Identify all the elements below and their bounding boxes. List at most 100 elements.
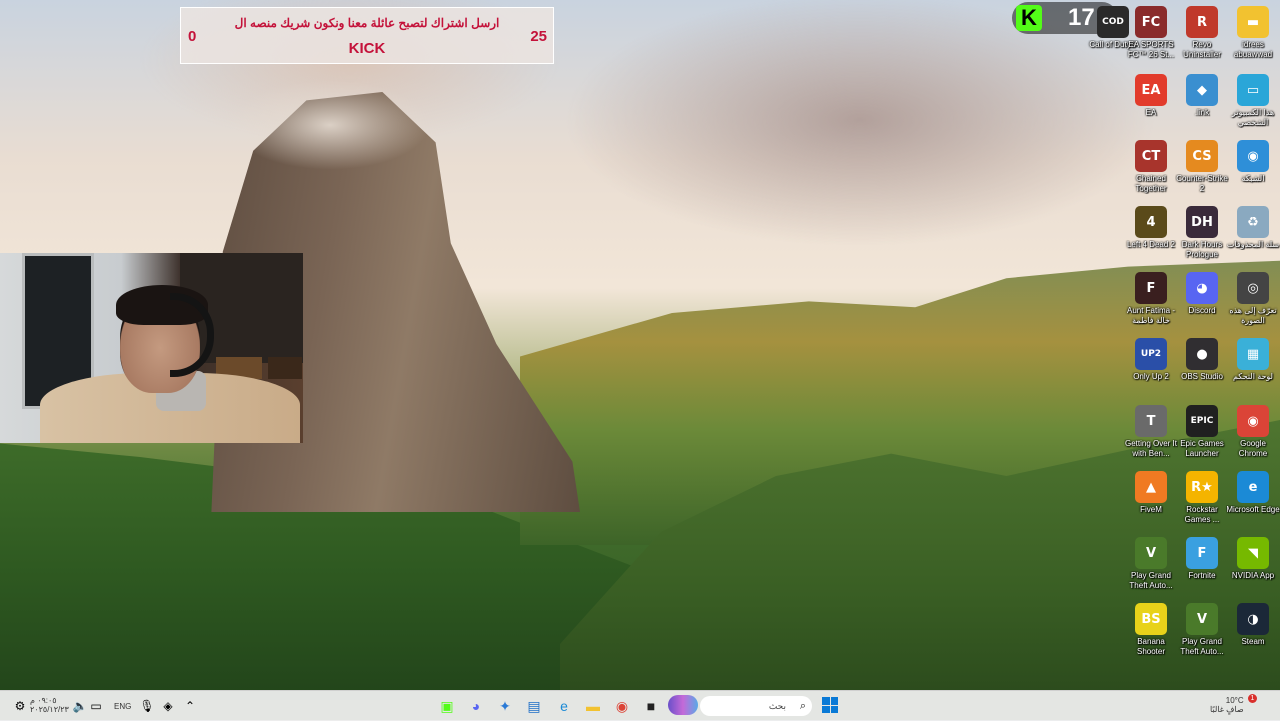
desktop-icon[interactable]: ▦ لوحة التحكم [1226, 338, 1280, 382]
control-panel-icon: ▦ [1237, 338, 1269, 370]
desktop-icon-label: تعرّف إلى هذه الصورة [1229, 306, 1277, 325]
desktop-icon[interactable]: ◥ NVIDIA App [1226, 537, 1280, 581]
clock-date: ٢٠٢٥/١٢/٢٣ [30, 705, 69, 714]
chrome-taskbar-icon[interactable]: ◉ [612, 696, 632, 716]
desktop-icon[interactable]: FC EA SPORTS FC™ 26 St... [1124, 6, 1178, 60]
desktop-icon[interactable]: DH Dark Hours Prologue [1175, 206, 1229, 260]
search-highlight-icon [668, 695, 698, 715]
app-taskbar-icon[interactable]: ✦ [495, 696, 515, 716]
desktop-icon[interactable]: e Microsoft Edge [1226, 471, 1280, 515]
start-button[interactable] [822, 697, 838, 713]
language-indicator[interactable]: ENG [114, 702, 131, 711]
webcam-overlay [0, 253, 303, 443]
desktop-icon[interactable]: CT Chained Together [1124, 140, 1178, 194]
desktop-icon[interactable]: 4 Left 4 Dead 2 [1124, 206, 1178, 250]
desktop-icon[interactable]: ◉ الشبكة [1226, 140, 1280, 184]
desktop-icon[interactable]: R Revo Uninstaller [1175, 6, 1229, 60]
desktop-icon-label: Google Chrome [1238, 439, 1268, 458]
desktop-icon-label: Microsoft Edge [1226, 505, 1280, 514]
desktop-icon[interactable]: UP2 Only Up 2 [1124, 338, 1178, 382]
webcam-background-box [268, 357, 302, 379]
desktop-icon-label: Counter-Strike 2 [1176, 174, 1228, 193]
desktop-icon-label: Epic Games Launcher [1180, 439, 1224, 458]
notification-badge: 1 [1248, 694, 1257, 703]
clock-time: ٠٩:٠٥ م [30, 696, 57, 705]
network-tray-icon[interactable]: ▭ [86, 696, 106, 716]
desktop-icon-label: EA SPORTS FC™ 26 St... [1127, 40, 1175, 59]
search-icon: ⌕ [799, 700, 806, 712]
desktop-icon[interactable]: ◆ .link [1175, 74, 1229, 118]
desktop-icon-label: idrees abuawwad [1233, 40, 1273, 59]
desktop-icon[interactable]: ▭ هذا الكمبيوتر الشخصي [1226, 74, 1280, 128]
store-taskbar-icon[interactable]: ▤ [524, 696, 544, 716]
desktop-icon-label: الشبكة [1241, 174, 1265, 183]
banner-platform: KICK [348, 40, 386, 57]
ea-sports-fc-icon: FC [1135, 6, 1167, 38]
desktop-icon[interactable]: ◕ Discord [1175, 272, 1229, 316]
desktop-icon[interactable]: ● OBS Studio [1175, 338, 1229, 382]
desktop-icon-label: Steam [1241, 637, 1265, 646]
desktop-icon[interactable]: F Fortnite [1175, 537, 1229, 581]
widgets-icon[interactable]: ⚙ [10, 696, 30, 716]
desktop-icon[interactable]: ◎ تعرّف إلى هذه الصورة [1226, 272, 1280, 326]
desktop-icon[interactable]: ▲ FiveM [1124, 471, 1178, 515]
terminal-taskbar-icon[interactable]: ■ [641, 696, 661, 716]
desktop-icon[interactable]: ◑ Steam [1226, 603, 1280, 647]
weather-widget[interactable]: 10°C صافٍ غالبًا [1210, 696, 1244, 714]
desktop-icon-label: Left 4 Dead 2 [1126, 240, 1176, 249]
desktop-icon-label: سلة المحذوفات [1226, 240, 1280, 249]
banner-message: ارسل اشتراك لتصبح عائلة معنا ونكون شريك … [234, 16, 500, 30]
this-pc-icon: ▭ [1237, 74, 1269, 106]
desktop-icon[interactable]: CS Counter-Strike 2 [1175, 140, 1229, 194]
left-4-dead-icon: 4 [1135, 206, 1167, 238]
revo-uninstaller-icon: R [1186, 6, 1218, 38]
desktop-icon-label: Banana Shooter [1136, 637, 1166, 656]
desktop-icon[interactable]: ♻ سلة المحذوفات [1226, 206, 1280, 250]
desktop-icon-label: .link [1194, 108, 1210, 117]
clock[interactable]: ٠٩:٠٥ م ٢٠٢٥/١٢/٢٣ [30, 696, 69, 714]
desktop-icon[interactable]: ▬ idrees abuawwad [1226, 6, 1280, 60]
rockstar-icon: R★ [1186, 471, 1218, 503]
desktop-icon[interactable]: V Play Grand Theft Auto... [1175, 603, 1229, 657]
desktop-icon-label: Play Grand Theft Auto... [1180, 637, 1224, 656]
counter-strike-icon: CS [1186, 140, 1218, 172]
edge-icon: e [1237, 471, 1269, 503]
chained-together-icon: CT [1135, 140, 1167, 172]
aunt-fatima-icon: F [1135, 272, 1167, 304]
tray-app-icon[interactable]: ◈ [158, 696, 178, 716]
desktop-icon-label: Fortnite [1188, 571, 1216, 580]
banner-goal-count: 25 [530, 28, 547, 45]
desktop-icon[interactable]: F Aunt Fatima - خالة فاطمة [1124, 272, 1178, 326]
fortnite-icon: F [1186, 537, 1218, 569]
discord-taskbar-icon[interactable]: ◕ [466, 696, 486, 716]
desktop-icon[interactable]: BS Banana Shooter [1124, 603, 1178, 657]
chevron-up-icon[interactable]: ⌃ [180, 696, 200, 716]
fivem-icon: ▲ [1135, 471, 1167, 503]
chrome-icon: ◉ [1237, 405, 1269, 437]
obs-studio-icon: ● [1186, 338, 1218, 370]
desktop-icon[interactable]: T Getting Over It with Ben... [1124, 405, 1178, 459]
weather-temperature: 10°C [1225, 696, 1244, 705]
network-icon: ◉ [1237, 140, 1269, 172]
desktop-icon-label: Rockstar Games ... [1184, 505, 1220, 524]
desktop-icon-label: Dark Hours Prologue [1181, 240, 1223, 259]
desktop-icon[interactable]: EA EA [1124, 74, 1178, 118]
kick-app-icon[interactable]: ▣ [437, 696, 457, 716]
desktop-icon-label: Getting Over It with Ben... [1124, 439, 1178, 458]
microphone-icon[interactable]: 🎙 [137, 696, 157, 716]
desktop-icon[interactable]: V Play Grand Theft Auto... [1124, 537, 1178, 591]
desktop-icon[interactable]: R★ Rockstar Games ... [1175, 471, 1229, 525]
folder-icon: ▬ [1237, 6, 1269, 38]
wallpaper-fog [230, 80, 430, 170]
search-box[interactable]: بحث ⌕ [668, 695, 812, 716]
discord-icon: ◕ [1186, 272, 1218, 304]
desktop-icon-label: هذا الكمبيوتر الشخصي [1231, 108, 1275, 127]
banner-current-count: 0 [188, 28, 197, 45]
gta-icon: V [1135, 537, 1167, 569]
edge-taskbar-icon[interactable]: e [554, 696, 574, 716]
desktop-icon[interactable]: EPIC Epic Games Launcher [1175, 405, 1229, 459]
desktop-icon-label: FiveM [1140, 505, 1162, 514]
desktop-icon-label: Only Up 2 [1133, 372, 1169, 381]
file-explorer-icon[interactable]: ▬ [583, 696, 603, 716]
desktop-icon[interactable]: ◉ Google Chrome [1226, 405, 1280, 459]
